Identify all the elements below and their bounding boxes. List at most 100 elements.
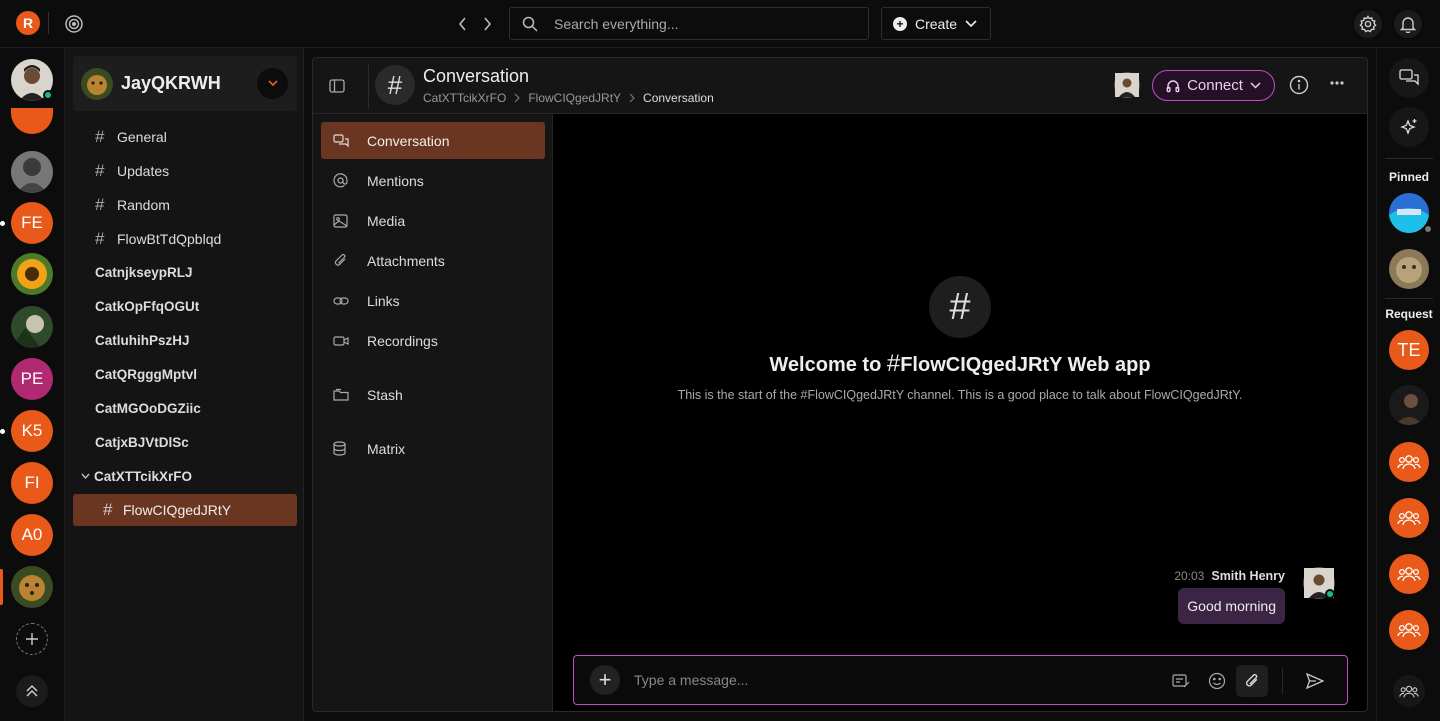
workspace-avatar-leopard[interactable] xyxy=(11,566,53,608)
tab-matrix[interactable]: Matrix xyxy=(321,430,545,467)
emoji-icon[interactable] xyxy=(1204,668,1230,694)
search-input[interactable] xyxy=(554,15,834,32)
divider xyxy=(1385,298,1433,299)
hash-icon: # xyxy=(95,195,105,214)
chats-icon[interactable] xyxy=(1389,58,1429,98)
workspace-avatar-fe[interactable]: FE xyxy=(11,202,53,244)
workspace-name: JayQKRWH xyxy=(121,73,221,93)
bell-icon[interactable] xyxy=(1394,10,1422,38)
connect-label: Connect xyxy=(1187,77,1243,94)
tab-label: Conversation xyxy=(367,132,450,149)
sparkle-star-icon[interactable] xyxy=(1389,107,1429,147)
back-arrow-icon[interactable] xyxy=(455,14,471,34)
category-item[interactable]: CatluhihPszHJ xyxy=(95,327,190,353)
connect-button[interactable]: Connect xyxy=(1152,70,1275,101)
radar-icon[interactable] xyxy=(62,12,86,36)
at-icon xyxy=(333,173,355,188)
hash-icon: # xyxy=(929,276,991,338)
chat-icon xyxy=(333,133,355,149)
divider xyxy=(48,12,49,34)
message-input[interactable] xyxy=(634,672,1154,688)
add-workspace-button[interactable] xyxy=(16,623,48,655)
collapse-up-icon[interactable] xyxy=(16,675,48,707)
breadcrumb-item[interactable]: CatXTTcikXrFO xyxy=(423,91,506,105)
welcome-subtitle: This is the start of the #FlowCIQgedJRtY… xyxy=(677,388,1243,402)
workspace-menu-chevron-icon[interactable] xyxy=(257,68,288,99)
channel-item-active[interactable]: # FlowCIQgedJRtY xyxy=(73,494,297,526)
tab-label: Attachments xyxy=(367,252,445,269)
divider xyxy=(1282,668,1283,694)
settings-gear-icon[interactable] xyxy=(1354,10,1382,38)
channel-panel: JayQKRWH # General # Updates # Random # … xyxy=(64,48,304,721)
request-label: Request xyxy=(1385,307,1433,321)
groups-icon[interactable] xyxy=(1393,675,1425,707)
paperclip-icon[interactable] xyxy=(1236,665,1268,697)
tab-recordings[interactable]: Recordings xyxy=(321,322,545,359)
breadcrumb-item[interactable]: FlowCIQgedJRtY xyxy=(528,91,621,105)
search-bar[interactable] xyxy=(509,7,869,40)
group-icon[interactable] xyxy=(1389,442,1429,482)
channel-item-random[interactable]: # Random xyxy=(95,192,170,218)
workspace-avatar-sunflower[interactable] xyxy=(11,253,53,295)
channel-item-updates[interactable]: # Updates xyxy=(95,158,169,184)
channel-label: FlowCIQgedJRtY xyxy=(123,502,232,518)
category-item[interactable]: CatnjkseypRLJ xyxy=(95,259,193,285)
member-avatar[interactable] xyxy=(1114,72,1140,98)
tab-conversation[interactable]: Conversation xyxy=(321,122,545,159)
category-item[interactable]: CatQRgggMptvl xyxy=(95,361,197,387)
category-item[interactable]: CatkOpFfqOGUt xyxy=(95,293,199,319)
category-item[interactable]: CatjxBJVtDlSc xyxy=(95,429,189,455)
workspace-avatar-pe[interactable]: PE xyxy=(11,358,53,400)
message-bubble[interactable]: Good morning xyxy=(1178,588,1285,624)
tab-attachments[interactable]: Attachments xyxy=(321,242,545,279)
channel-item-general[interactable]: # General xyxy=(95,124,167,150)
workspace-avatar-nature[interactable] xyxy=(11,306,53,348)
active-workspace-indicator xyxy=(0,569,3,605)
forward-arrow-icon[interactable] xyxy=(479,14,495,34)
group-icon[interactable] xyxy=(1389,554,1429,594)
info-icon[interactable] xyxy=(1289,75,1311,97)
tab-links[interactable]: Links xyxy=(321,282,545,319)
app-logo[interactable]: R xyxy=(16,11,40,35)
category-item[interactable]: CatMGOoDGZiic xyxy=(95,395,201,421)
breadcrumb: CatXTTcikXrFO FlowCIQgedJRtY Conversatio… xyxy=(423,91,714,105)
tab-label: Mentions xyxy=(367,172,424,189)
workspace-avatar-fi[interactable]: FI xyxy=(11,462,53,504)
create-label: Create xyxy=(915,15,958,32)
tab-media[interactable]: Media xyxy=(321,202,545,239)
workspace-header[interactable]: JayQKRWH xyxy=(73,56,297,111)
channel-label: General xyxy=(117,129,167,145)
database-icon xyxy=(333,441,355,456)
tab-mentions[interactable]: Mentions xyxy=(321,162,545,199)
chevron-right-icon xyxy=(629,93,635,103)
hash-lock-icon: # xyxy=(103,500,113,519)
add-attachment-button[interactable]: + xyxy=(590,665,620,695)
request-avatar-te[interactable]: TE xyxy=(1389,330,1429,370)
sidebar-toggle-icon[interactable] xyxy=(325,74,349,98)
pinned-avatar[interactable] xyxy=(1389,249,1429,289)
tab-stash[interactable]: Stash xyxy=(321,376,545,413)
hash-icon: # xyxy=(886,350,901,377)
workspace-avatar-a0[interactable]: A0 xyxy=(11,514,53,556)
chevron-right-icon xyxy=(514,93,521,103)
create-button[interactable]: + Create xyxy=(881,7,991,40)
hash-lock-icon: # xyxy=(95,229,105,248)
tab-label: Recordings xyxy=(367,332,438,349)
workspace-avatar-partial[interactable] xyxy=(11,108,53,134)
pinned-avatar[interactable] xyxy=(1389,193,1429,233)
more-options-icon[interactable] xyxy=(1329,80,1349,92)
format-text-icon[interactable] xyxy=(1168,668,1194,694)
workspace-avatar-photo[interactable] xyxy=(11,151,53,193)
plus-circle-icon: + xyxy=(893,16,907,31)
tab-label: Links xyxy=(367,292,400,309)
category-expanded[interactable]: CatXTTcikXrFO xyxy=(81,463,192,489)
workspace-avatar-k5[interactable]: K5 xyxy=(11,410,53,452)
welcome-title: Welcome to #FlowCIQgedJRtY Web app xyxy=(555,350,1365,378)
send-icon[interactable] xyxy=(1302,668,1328,694)
group-icon[interactable] xyxy=(1389,498,1429,538)
message-author[interactable]: Smith Henry xyxy=(1211,569,1285,583)
channel-item-flow[interactable]: # FlowBtTdQpblqd xyxy=(95,226,221,252)
right-rail: Pinned Request TE xyxy=(1376,48,1440,721)
request-avatar-photo[interactable] xyxy=(1389,385,1429,425)
group-icon[interactable] xyxy=(1389,610,1429,650)
